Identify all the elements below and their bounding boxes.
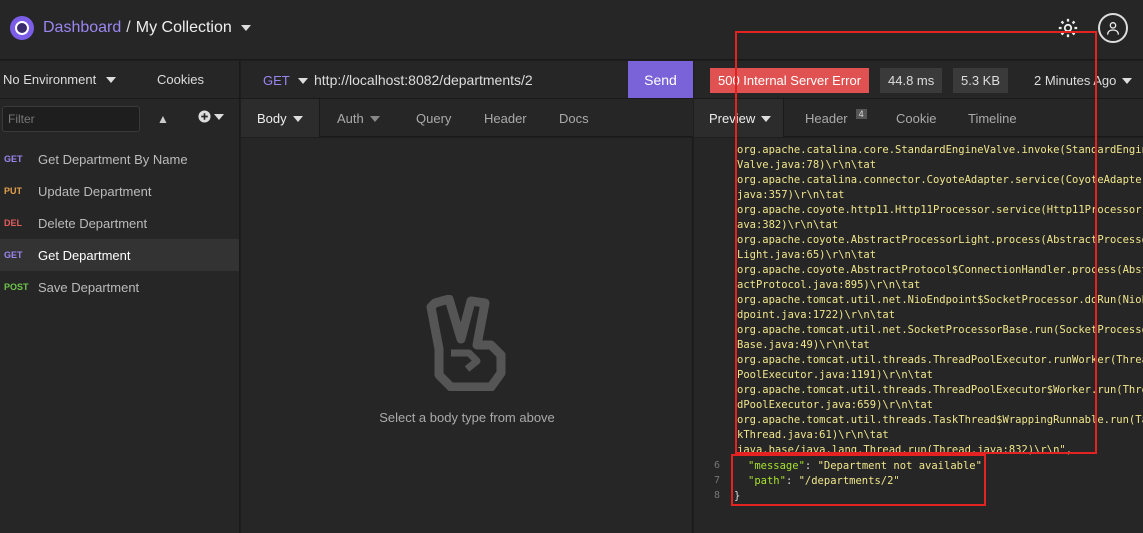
tab-query[interactable]: Query <box>416 111 451 126</box>
method-selector[interactable]: GET <box>263 73 308 88</box>
method-label: GET <box>263 73 290 88</box>
highlight-box-stacktrace <box>735 31 1097 454</box>
tab-auth[interactable]: Auth <box>337 111 380 126</box>
breadcrumb-separator: / <box>126 19 131 36</box>
account-user-icon[interactable] <box>1098 13 1128 43</box>
add-request-button[interactable] <box>198 110 224 123</box>
request-name: Save Department <box>38 279 140 295</box>
filter-row: Filter ▲ <box>0 99 239 143</box>
chevron-down-icon <box>1122 77 1133 84</box>
sidebar-item-get-department-by-name[interactable]: GET Get Department By Name <box>0 143 239 175</box>
url-bar: GET http://localhost:8082/departments/2 … <box>241 61 693 99</box>
request-body-panel: Select a body type from above <box>241 138 693 533</box>
chevron-down-icon <box>106 76 117 83</box>
peace-hand-icon <box>426 295 506 391</box>
tab-body-label: Body <box>257 111 287 126</box>
environment-selector[interactable]: No Environment <box>3 72 143 87</box>
sidebar-item-get-department[interactable]: GET Get Department <box>0 239 239 271</box>
tab-query-label: Query <box>416 111 452 126</box>
sidebar-item-save-department[interactable]: POST Save Department <box>0 271 239 303</box>
sidebar-item-delete-department[interactable]: DEL Delete Department <box>0 207 239 239</box>
sidebar-item-update-department[interactable]: PUT Update Department <box>0 175 239 207</box>
method-badge: GET <box>4 250 23 260</box>
highlight-box-message <box>731 454 986 506</box>
breadcrumb-dashboard[interactable]: Dashboard <box>43 19 121 37</box>
sort-icon[interactable]: ▲ <box>157 112 169 126</box>
environment-row: No Environment Cookies <box>0 61 239 99</box>
filter-input[interactable]: Filter <box>2 106 140 132</box>
cookies-button[interactable]: Cookies <box>157 72 204 87</box>
environment-label: No Environment <box>3 72 97 87</box>
sidebar: No Environment Cookies Filter ▲ GET Get … <box>0 61 240 533</box>
method-badge: GET <box>4 154 23 164</box>
request-name: Update Department <box>38 183 152 199</box>
chevron-down-icon[interactable] <box>240 25 251 31</box>
chevron-down-icon <box>369 115 380 122</box>
tab-docs-label: Docs <box>559 111 589 126</box>
request-name: Delete Department <box>38 215 148 231</box>
method-badge: DEL <box>4 218 22 228</box>
method-badge: PUT <box>4 186 22 196</box>
breadcrumb-collection[interactable]: My Collection <box>136 19 232 37</box>
request-name: Get Department <box>38 247 131 263</box>
chevron-down-icon <box>297 77 308 84</box>
request-list: GET Get Department By Name PUT Update De… <box>0 143 239 303</box>
insomnia-logo-icon[interactable] <box>10 16 34 40</box>
tab-docs[interactable]: Docs <box>559 111 589 126</box>
chevron-down-icon <box>214 113 224 120</box>
line-number: 6 <box>713 460 720 471</box>
tab-header[interactable]: Header <box>484 111 527 126</box>
send-button[interactable]: Send <box>628 61 693 98</box>
tab-auth-label: Auth <box>337 111 364 126</box>
method-badge: POST <box>4 282 29 292</box>
tab-header-label: Header <box>484 111 527 126</box>
body-type-hint: Select a body type from above <box>379 410 555 425</box>
breadcrumb: Dashboard / My Collection <box>43 19 251 37</box>
url-input[interactable]: http://localhost:8082/departments/2 <box>314 72 533 88</box>
request-tabs: Body Auth Query Header Docs <box>241 99 693 137</box>
line-number: 7 <box>713 475 720 486</box>
tab-body[interactable]: Body <box>257 111 303 126</box>
chevron-down-icon <box>292 115 303 122</box>
line-number: 8 <box>713 490 720 501</box>
request-name: Get Department By Name <box>38 151 188 167</box>
